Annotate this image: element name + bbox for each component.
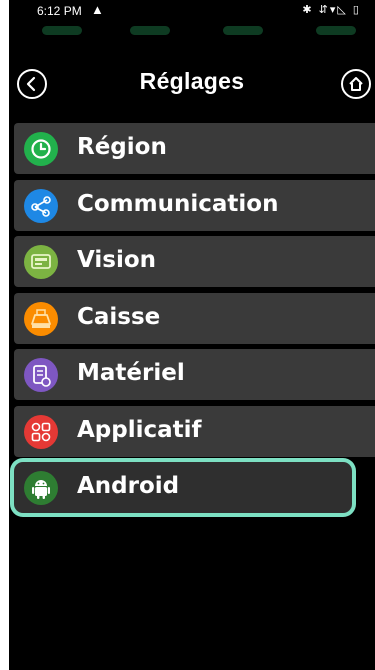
status-bar: 6:12 PM ▲ ✱ ⇵▾◺ ▯ [9, 0, 375, 22]
menu-item-label: Vision [77, 247, 157, 273]
home-icon [349, 77, 363, 91]
register-icon [24, 301, 58, 336]
menu-item-android[interactable]: Android [14, 462, 352, 513]
warning-icon: ▲ [91, 2, 104, 17]
menu-item-label: Caisse [77, 303, 161, 330]
menu-item-label: Matériel [77, 360, 185, 386]
phone-screen: 6:12 PM ▲ ✱ ⇵▾◺ ▯ Réglages Région Commun… [9, 0, 375, 670]
android-icon [24, 471, 58, 505]
menu-item-applicatif[interactable]: Applicatif [14, 405, 375, 457]
header: Réglages [9, 60, 375, 108]
indicator-pill [223, 26, 263, 35]
indicator-pill [316, 26, 356, 35]
share-icon [24, 188, 58, 223]
menu-item-label: Applicatif [77, 416, 202, 443]
apps-icon [24, 414, 58, 449]
status-indicators [9, 26, 375, 38]
menu-item-materiel[interactable]: Matériel [14, 349, 375, 400]
page-title: Réglages [139, 68, 245, 94]
home-button[interactable] [341, 69, 371, 99]
indicator-pill [130, 26, 170, 35]
menu-item-communication[interactable]: Communication [14, 179, 375, 231]
menu-item-label: Android [77, 473, 180, 499]
status-icons: ✱ ⇵▾◺ ▯ [302, 4, 361, 16]
menu-item-vision[interactable]: Vision [14, 236, 375, 287]
menu-item-label: Communication [77, 190, 279, 217]
settings-menu: Région Communication Vision Caisse Matér… [14, 123, 375, 519]
menu-item-label: Région [77, 134, 167, 160]
display-icon [24, 245, 58, 279]
status-time: 6:12 PM [37, 4, 82, 18]
menu-item-region[interactable]: Région [14, 123, 375, 174]
indicator-pill [42, 26, 82, 35]
hardware-icon [24, 358, 58, 392]
menu-item-caisse[interactable]: Caisse [14, 292, 375, 344]
clock-icon [24, 132, 58, 166]
